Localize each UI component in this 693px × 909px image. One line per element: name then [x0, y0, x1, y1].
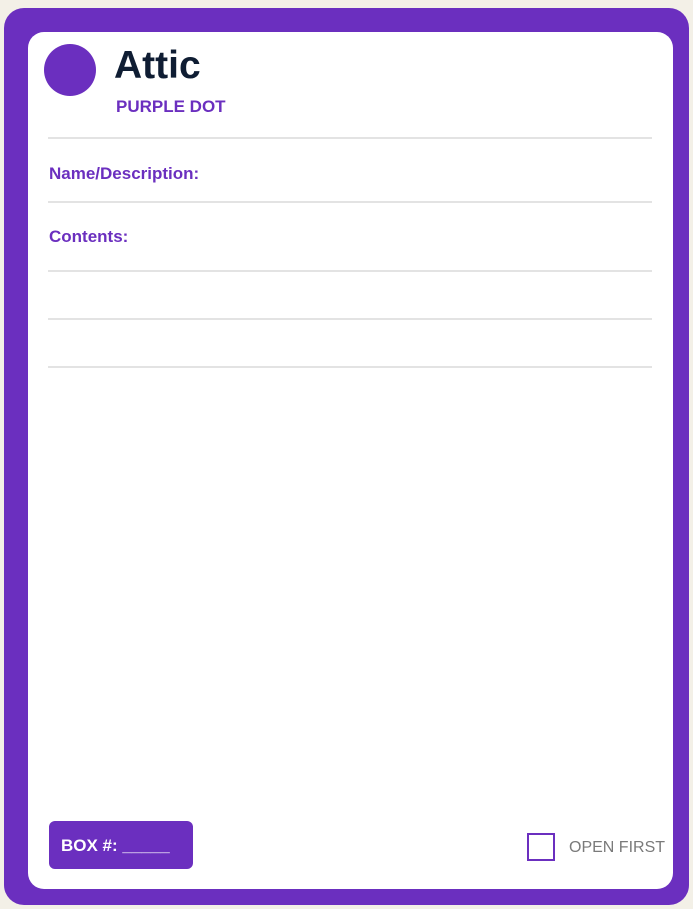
- contents-line-3[interactable]: [48, 366, 652, 368]
- name-description-line[interactable]: [48, 201, 652, 203]
- open-first-checkbox[interactable]: [527, 833, 555, 861]
- purple-dot-icon: [44, 44, 96, 96]
- label-body: [28, 32, 673, 889]
- header-divider: [48, 137, 652, 139]
- box-number-badge: BOX #: _____: [49, 821, 193, 869]
- open-first-label: OPEN FIRST: [569, 839, 666, 856]
- name-description-label: Name/Description:: [49, 164, 200, 183]
- box-number-label: BOX #: _____: [61, 836, 170, 855]
- contents-line-1[interactable]: [48, 270, 652, 272]
- color-code-label: PURPLE DOT: [116, 97, 226, 116]
- contents-line-2[interactable]: [48, 318, 652, 320]
- contents-label: Contents:: [49, 227, 129, 246]
- room-title: Attic: [114, 44, 201, 87]
